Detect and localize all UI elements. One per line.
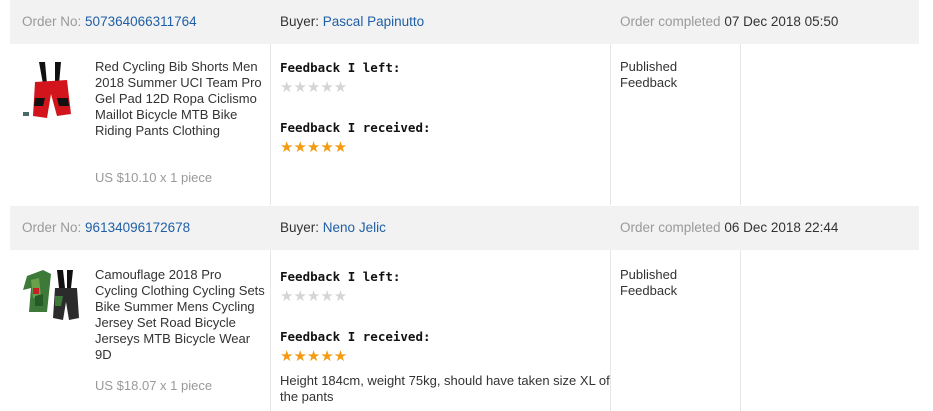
order-no-label: Order No: xyxy=(22,14,82,29)
buyer-link[interactable]: Neno Jelic xyxy=(323,220,386,235)
feedback-left-stars: ★★★★★ xyxy=(280,289,347,305)
buyer-link[interactable]: Pascal Papinutto xyxy=(323,14,424,29)
star-icon: ★★★★★ xyxy=(280,79,348,96)
divider xyxy=(270,250,271,411)
product-title[interactable]: Camouflage 2018 Pro Cycling Clothing Cyc… xyxy=(95,267,265,363)
order-completed: Order completed 07 Dec 2018 05:50 xyxy=(620,0,838,44)
feedback-left-label: Feedback I left: xyxy=(280,60,401,75)
order-no-label: Order No: xyxy=(22,220,82,235)
buyer-label: Buyer: xyxy=(280,220,320,235)
status-feedback: Feedback xyxy=(620,283,678,298)
buyer-label: Buyer: xyxy=(280,14,320,29)
feedback-left-label: Feedback I left: xyxy=(280,269,401,284)
order-no-link[interactable]: 507364066311764 xyxy=(85,14,197,29)
star-icon: ★★★★★ xyxy=(280,139,348,156)
completed-label: Order completed xyxy=(620,14,721,29)
order-header: Order No: 507364066311764 Buyer: Pascal … xyxy=(10,0,919,44)
divider xyxy=(740,250,741,411)
star-icon: ★★★★★ xyxy=(280,348,348,365)
status-published: Published xyxy=(620,59,678,74)
status-published: Published xyxy=(620,267,678,282)
order-header: Order No: 96134096172678 Buyer: Neno Jel… xyxy=(10,206,919,250)
order-completed: Order completed 06 Dec 2018 22:44 xyxy=(620,206,838,250)
feedback-received-stars: ★★★★★ xyxy=(280,140,347,156)
completed-label: Order completed xyxy=(620,220,721,235)
buyer: Buyer: Neno Jelic xyxy=(280,206,386,250)
buyer: Buyer: Pascal Papinutto xyxy=(280,0,424,44)
feedback-left-stars: ★★★★★ xyxy=(280,80,347,96)
feedback-comment: Height 184cm, weight 75kg, should have t… xyxy=(280,373,610,404)
completed-date: 07 Dec 2018 05:50 xyxy=(724,14,839,29)
divider xyxy=(610,44,611,205)
product-price: US $10.10 x 1 piece xyxy=(95,170,213,185)
feedback-received-label: Feedback I received: xyxy=(280,120,431,135)
order-body: Camouflage 2018 Pro Cycling Clothing Cyc… xyxy=(10,250,919,411)
feedback-status: Published Feedback xyxy=(620,59,740,91)
star-icon: ★★★★★ xyxy=(280,288,348,305)
order-no-link[interactable]: 96134096172678 xyxy=(85,220,190,235)
completed-date: 06 Dec 2018 22:44 xyxy=(724,220,839,235)
product-thumbnail[interactable] xyxy=(21,58,81,128)
feedback-status: Published Feedback xyxy=(620,267,740,299)
product-title[interactable]: Red Cycling Bib Shorts Men 2018 Summer U… xyxy=(95,59,265,139)
feedback-received-label: Feedback I received: xyxy=(280,329,431,344)
divider xyxy=(270,44,271,205)
feedback-received-stars: ★★★★★ xyxy=(280,349,347,365)
product-thumbnail[interactable] xyxy=(21,266,81,336)
divider xyxy=(610,250,611,411)
order-body: Red Cycling Bib Shorts Men 2018 Summer U… xyxy=(10,44,919,205)
divider xyxy=(740,44,741,205)
status-feedback: Feedback xyxy=(620,75,678,90)
product-price: US $18.07 x 1 piece xyxy=(95,378,213,393)
order-number: Order No: 507364066311764 xyxy=(22,0,197,44)
order-number: Order No: 96134096172678 xyxy=(22,206,190,250)
